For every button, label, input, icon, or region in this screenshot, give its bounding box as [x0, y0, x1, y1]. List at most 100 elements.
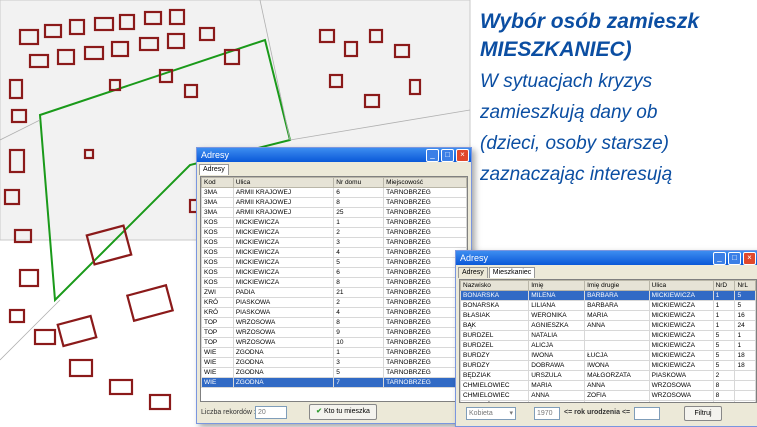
table-row[interactable]: TOP WRZOSOWA 9 TARNOBRZEG [201, 327, 467, 338]
table-cell: 1 [734, 340, 756, 351]
table-cell: GARBOŚ [460, 400, 530, 402]
table-row[interactable]: BĘDZIAK URSZULA MAŁGORZATA PIASKOWA 2 [460, 370, 756, 381]
table-row[interactable]: BŁASIAK WERONIKA MARIA MICKIEWICZA 1 16 [460, 310, 756, 321]
tab-adresy[interactable]: Adresy [458, 267, 488, 278]
table-row[interactable]: WIE ZGODNA 1 TARNOBRZEG [201, 347, 467, 358]
table-cell: 10 [333, 337, 385, 348]
table-row[interactable]: BURDZY DOBRAWA IWONA MICKIEWICZA 5 18 [460, 360, 756, 371]
table-row[interactable]: BURDZEL NATALIA MICKIEWICZA 5 1 [460, 330, 756, 341]
table-row[interactable]: KOS MICKIEWICZA 2 TARNOBRZEG [201, 227, 467, 238]
minimize-button[interactable]: _ [426, 149, 439, 162]
table-cell: ALICJA [528, 340, 586, 351]
table-row[interactable]: ZWI PADIA 21 TARNOBRZEG [201, 287, 467, 298]
tab-adresy[interactable]: Adresy [199, 164, 229, 175]
body-line: (dzieci, osoby starsze) [480, 133, 670, 154]
column-header[interactable]: Nazwisko [460, 280, 530, 291]
column-header[interactable]: Nr domu [333, 177, 385, 188]
table-row[interactable]: WIE ZGODNA 7 TARNOBRZEG [201, 377, 467, 388]
table-cell: 2 [712, 370, 736, 381]
table-row[interactable]: KOS MICKIEWICZA 8 TARNOBRZEG [201, 277, 467, 288]
heading-line: MIESZKANIEC) [480, 38, 632, 61]
column-header[interactable]: Kod [201, 177, 234, 188]
birth-year-to-field[interactable] [634, 407, 660, 420]
table-cell: 5 [734, 300, 756, 311]
table-cell: ZGODNA [232, 347, 335, 358]
table-cell: 3 [333, 237, 385, 248]
close-button[interactable]: × [456, 149, 469, 162]
column-header[interactable]: Imię [528, 280, 586, 291]
table-cell: PIASKOWA [232, 307, 335, 318]
table-row[interactable]: 3MA ARMII KRAJOWEJ 6 TARNOBRZEG [201, 187, 467, 198]
addresses-titlebar[interactable]: Adresy _ □ × [197, 148, 471, 162]
table-row[interactable]: KRÓ PIASKOWA 4 TARNOBRZEG [201, 307, 467, 318]
body-line: zaznaczając interesują [480, 164, 673, 185]
close-button[interactable]: × [743, 252, 756, 265]
table-row[interactable]: 3MA ARMII KRAJOWEJ 25 TARNOBRZEG [201, 207, 467, 218]
table-cell [584, 340, 650, 351]
minimize-button[interactable]: _ [713, 252, 726, 265]
table-cell: 1 [712, 300, 736, 311]
table-cell: WIE [201, 347, 234, 358]
tab-mieszkaniec[interactable]: Mieszkaniec [488, 267, 536, 278]
column-header[interactable]: Miejscowość [383, 177, 467, 188]
table-row[interactable]: KOS MICKIEWICZA 1 TARNOBRZEG [201, 217, 467, 228]
table-row[interactable]: KOS MICKIEWICZA 6 TARNOBRZEG [201, 267, 467, 278]
table-cell: ROKSANA [528, 400, 586, 402]
table-row[interactable]: KOS MICKIEWICZA 5 TARNOBRZEG [201, 257, 467, 268]
column-header[interactable]: NrL [734, 280, 756, 291]
table-cell: 3 [333, 357, 385, 368]
table-row[interactable]: KOS MICKIEWICZA 3 TARNOBRZEG [201, 237, 467, 248]
table-body: BONARSKA MILENA BARBARA MICKIEWICZA 1 5 BONARS… [460, 290, 756, 402]
table-cell: 8 [333, 317, 385, 328]
table-cell: MICKIEWICZA [648, 340, 714, 351]
who-lives-here-label: Kto tu mieszka [323, 408, 370, 415]
column-header[interactable]: Ulica [232, 177, 335, 188]
table-cell: ZWI [201, 287, 234, 298]
column-header[interactable]: NrD [712, 280, 736, 291]
table-row[interactable]: CHMIELOWIEC MARIA ANNA WRZOSOWA 8 [460, 380, 756, 391]
table-cell: BĘDZIAK [460, 370, 530, 381]
table-row[interactable]: BĄK AGNIESZKA ANNA MICKIEWICZA 1 24 [460, 320, 756, 331]
addresses-window: Adresy _ □ × Adresy Kod Ulica Nr domu Miejs… [196, 147, 472, 424]
table-cell: 7 [333, 377, 385, 388]
table-cell: MARIA [528, 380, 586, 391]
table-row[interactable]: BONARSKA LILIANA BARBARA MICKIEWICZA 1 5 [460, 300, 756, 311]
table-row[interactable]: BURDZEL ALICJA MICKIEWICZA 5 1 [460, 340, 756, 351]
residents-window: Adresy _ □ × Adresy Mieszkaniec Nazwisko… [455, 250, 757, 427]
who-lives-here-button[interactable]: ✔ Kto tu mieszka [309, 404, 377, 420]
table-cell: ZOFIA [584, 390, 650, 401]
column-header[interactable]: Imię drugie [584, 280, 650, 291]
table-cell: ANNA [584, 320, 650, 331]
residents-titlebar[interactable]: Adresy _ □ × [456, 251, 757, 265]
column-header[interactable]: Ulica [648, 280, 714, 291]
table-row[interactable]: KRÓ PIASKOWA 2 TARNOBRZEG [201, 297, 467, 308]
residents-table[interactable]: Nazwisko Imię Imię drugie Ulica NrD NrL BONAR… [459, 279, 757, 403]
table-cell: MICKIEWICZA [648, 320, 714, 331]
addresses-table[interactable]: Kod Ulica Nr domu Miejscowość 3MA ARMII KRAJ… [200, 176, 468, 402]
gender-select[interactable]: Kobieta ▾ [466, 407, 516, 420]
table-row[interactable]: BONARSKA MILENA BARBARA MICKIEWICZA 1 5 [460, 290, 756, 301]
table-row[interactable]: TOP WRZOSOWA 8 TARNOBRZEG [201, 317, 467, 328]
table-row[interactable]: KOS MICKIEWICZA 4 TARNOBRZEG [201, 247, 467, 258]
table-cell: MICKIEWICZA [232, 237, 335, 248]
table-cell: 18 [734, 350, 756, 361]
table-cell: ANNA [584, 380, 650, 391]
table-cell: PIASKOWA [232, 297, 335, 308]
table-row[interactable]: GARBOŚROKSANA ZGODNA5 [460, 400, 756, 402]
table-row[interactable]: TOP WRZOSOWA 10 TARNOBRZEG [201, 337, 467, 348]
table-row[interactable]: BURDZY IWONA ŁUCJA MICKIEWICZA 5 18 [460, 350, 756, 361]
birth-year-field[interactable]: 1970 [534, 407, 560, 420]
table-row[interactable]: 3MA ARMII KRAJOWEJ 8 TARNOBRZEG [201, 197, 467, 208]
maximize-button[interactable]: □ [728, 252, 741, 265]
table-row[interactable]: CHMIELOWIEC ANNA ZOFIA WRZOSOWA 8 [460, 390, 756, 401]
table-row[interactable]: WIE ZGODNA 3 TARNOBRZEG [201, 357, 467, 368]
table-cell: KOS [201, 277, 234, 288]
table-cell: MICKIEWICZA [648, 300, 714, 311]
filter-button[interactable]: Filtruj [684, 406, 722, 421]
table-cell: KRÓ [201, 307, 234, 318]
table-row[interactable]: WIE ZGODNA 5 TARNOBRZEG [201, 367, 467, 378]
table-cell: 16 [734, 310, 756, 321]
table-cell: BURDZY [460, 350, 530, 361]
maximize-button[interactable]: □ [441, 149, 454, 162]
table-cell: ARMII KRAJOWEJ [232, 197, 335, 208]
